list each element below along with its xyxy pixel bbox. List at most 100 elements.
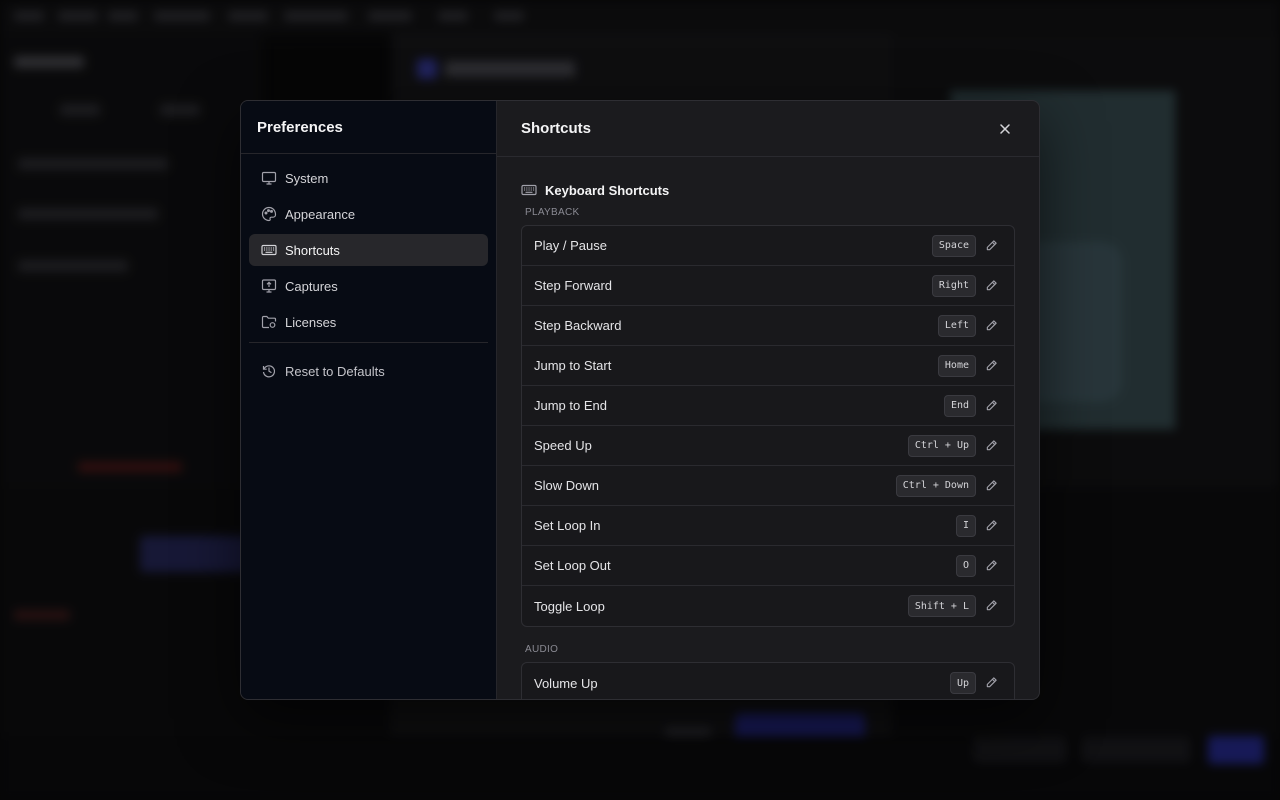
- shortcut-controls: I: [955, 514, 1002, 537]
- shortcut-action-label: Volume Up: [534, 675, 598, 691]
- pencil-icon: [986, 239, 997, 250]
- edit-shortcut-button[interactable]: [984, 675, 1000, 691]
- shortcut-controls: Ctrl + Down: [895, 474, 1002, 497]
- shortcut-controls: End: [943, 394, 1002, 417]
- pencil-icon: [986, 399, 997, 410]
- preferences-title: Preferences: [241, 101, 496, 154]
- shortcut-row: Play / Pause Space: [522, 226, 1014, 266]
- shortcut-action-label: Set Loop In: [534, 518, 601, 533]
- shortcut-row: Step Forward Right: [522, 266, 1014, 306]
- capture-icon: [261, 278, 277, 294]
- edit-shortcut-button[interactable]: [984, 318, 1000, 334]
- sidebar-item-appearance[interactable]: Appearance: [249, 198, 488, 230]
- shortcut-row: Volume Up Up: [522, 663, 1014, 699]
- sidebar-item-label: Appearance: [285, 206, 356, 222]
- group-label-playback: Playback: [525, 207, 580, 218]
- shortcut-controls: Right: [931, 274, 1002, 297]
- edit-shortcut-button[interactable]: [984, 558, 1000, 574]
- sidebar-item-label: Shortcuts: [285, 242, 340, 258]
- edit-shortcut-button[interactable]: [984, 598, 1000, 614]
- sidebar-item-system[interactable]: System: [249, 162, 488, 194]
- shortcut-row: Set Loop Out O: [522, 546, 1014, 586]
- shortcut-row: Slow Down Ctrl + Down: [522, 466, 1014, 506]
- shortcut-controls: Ctrl + Up: [907, 434, 1002, 457]
- shortcut-action-label: Step Forward: [534, 278, 613, 293]
- shortcut-key-badge: Home: [937, 354, 976, 377]
- shortcut-controls: Space: [931, 234, 1002, 257]
- pencil-icon: [986, 600, 997, 611]
- reset-to-defaults-label: Reset to Defaults: [285, 363, 385, 379]
- shortcut-controls: O: [955, 554, 1002, 577]
- close-icon: [1000, 123, 1010, 134]
- pencil-icon: [986, 559, 997, 570]
- shortcut-key-badge: I: [955, 514, 976, 537]
- shortcut-row: Speed Up Ctrl + Up: [522, 426, 1014, 466]
- audio-shortcut-list: Volume Up Up: [521, 662, 1015, 699]
- preferences-nav: System Appearance Shortcuts Captures Lic…: [241, 154, 496, 387]
- playback-shortcut-list: Play / Pause Space Step Forward Right Step B…: [521, 225, 1015, 627]
- page-title: Shortcuts: [521, 120, 592, 137]
- edit-shortcut-button[interactable]: [984, 238, 1000, 254]
- shortcut-key-badge: Ctrl + Down: [895, 474, 976, 497]
- pencil-icon: [986, 479, 997, 490]
- sidebar-item-label: Licenses: [285, 314, 337, 330]
- shortcut-key-badge: Space: [931, 234, 976, 257]
- shortcut-action-label: Jump to End: [534, 398, 607, 413]
- shortcut-row: Jump to Start Home: [522, 346, 1014, 386]
- pencil-icon: [986, 519, 997, 530]
- shortcut-controls: Up: [949, 672, 1002, 694]
- edit-shortcut-button[interactable]: [984, 518, 1000, 534]
- pencil-icon: [986, 677, 997, 688]
- sidebar-item-label: System: [285, 170, 329, 186]
- shortcut-key-badge: Right: [931, 274, 976, 297]
- sidebar-item-licenses[interactable]: Licenses: [249, 306, 488, 338]
- reset-icon: [261, 363, 277, 379]
- shortcut-action-label: Speed Up: [534, 438, 592, 453]
- group-label-audio: Audio: [525, 644, 559, 655]
- preferences-dialog: Preferences System Appearance Shortcuts: [240, 100, 1040, 700]
- edit-shortcut-button[interactable]: [984, 478, 1000, 494]
- shortcut-key-badge: Left: [937, 314, 976, 337]
- shortcut-key-badge: Ctrl + Up: [907, 434, 976, 457]
- sidebar-item-label: Captures: [285, 278, 338, 294]
- pencil-icon: [986, 359, 997, 370]
- shortcut-key-badge: Up: [949, 672, 976, 694]
- edit-shortcut-button[interactable]: [984, 438, 1000, 454]
- shortcut-action-label: Jump to Start: [534, 358, 612, 373]
- preferences-sidebar: Preferences System Appearance Shortcuts: [241, 101, 497, 699]
- shortcut-controls: Shift + L: [907, 595, 1002, 617]
- shortcut-row: Step Backward Left: [522, 306, 1014, 346]
- shortcut-row: Set Loop In I: [522, 506, 1014, 546]
- section-title: Keyboard Shortcuts: [545, 182, 670, 198]
- pencil-icon: [986, 279, 997, 290]
- sidebar-divider: [249, 342, 488, 343]
- preferences-content: Shortcuts Keyboard Shortcuts Playback Pl…: [497, 101, 1039, 699]
- sidebar-item-captures[interactable]: Captures: [249, 270, 488, 302]
- shortcut-key-badge: Shift + L: [907, 595, 976, 617]
- content-header: Shortcuts: [497, 101, 1039, 157]
- edit-shortcut-button[interactable]: [984, 358, 1000, 374]
- reset-to-defaults-button[interactable]: Reset to Defaults: [249, 355, 488, 387]
- edit-shortcut-button[interactable]: [984, 278, 1000, 294]
- shortcut-action-label: Step Backward: [534, 318, 622, 333]
- palette-icon: [261, 206, 277, 222]
- keyboard-icon: [521, 182, 537, 198]
- shortcuts-scroll-area[interactable]: Keyboard Shortcuts Playback Play / Pause…: [497, 157, 1039, 699]
- folder-license-icon: [261, 314, 277, 330]
- shortcut-action-label: Set Loop Out: [534, 558, 611, 573]
- close-button[interactable]: [993, 117, 1017, 141]
- shortcut-action-label: Slow Down: [534, 478, 600, 493]
- monitor-icon: [261, 170, 277, 186]
- shortcut-key-badge: O: [955, 554, 976, 577]
- sidebar-item-shortcuts[interactable]: Shortcuts: [249, 234, 488, 266]
- shortcut-controls: Left: [937, 314, 1002, 337]
- shortcut-action-label: Play / Pause: [534, 238, 607, 253]
- edit-shortcut-button[interactable]: [984, 398, 1000, 414]
- keyboard-shortcuts-heading: Keyboard Shortcuts: [521, 181, 1015, 199]
- shortcut-controls: Home: [937, 354, 1002, 377]
- shortcut-key-badge: End: [943, 394, 976, 417]
- shortcut-row: Toggle Loop Shift + L: [522, 586, 1014, 626]
- keyboard-icon: [261, 242, 277, 258]
- shortcut-row: Jump to End End: [522, 386, 1014, 426]
- shortcut-action-label: Toggle Loop: [534, 598, 605, 614]
